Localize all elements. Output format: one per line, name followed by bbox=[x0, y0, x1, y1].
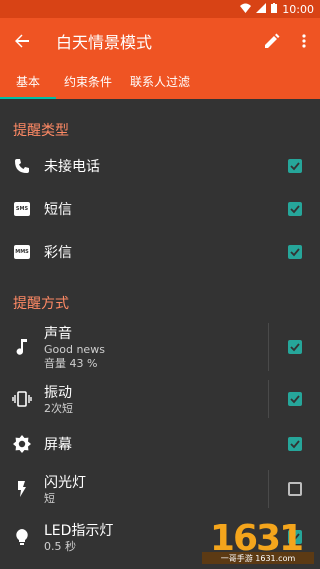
list-item-sound[interactable]: 声音 Good news 音量 43 % bbox=[0, 321, 320, 373]
checkbox-sms[interactable] bbox=[288, 202, 302, 216]
checkbox-flash[interactable] bbox=[288, 482, 302, 496]
bulb-icon bbox=[0, 529, 44, 545]
more-vert-icon bbox=[302, 34, 306, 48]
list-item-flash[interactable]: 闪光灯 短 bbox=[0, 468, 320, 510]
list-item-mms[interactable]: MMS 彩信 bbox=[0, 234, 320, 270]
tab-contact-filter[interactable]: 联系人过滤 bbox=[120, 64, 200, 99]
arrow-back-icon bbox=[15, 34, 29, 48]
vibrate-icon bbox=[0, 391, 44, 407]
wifi-icon bbox=[240, 3, 252, 16]
pencil-icon bbox=[265, 33, 280, 48]
divider bbox=[268, 323, 269, 371]
page-title: 白天情景模式 bbox=[56, 33, 153, 52]
signal-icon bbox=[256, 2, 267, 16]
section-header-alert-method: 提醒方式 bbox=[13, 296, 69, 312]
checkbox-mms[interactable] bbox=[288, 245, 302, 259]
section-header-alert-type: 提醒类型 bbox=[13, 123, 69, 139]
divider bbox=[268, 470, 269, 508]
list-item-missed-call[interactable]: 未接电话 bbox=[0, 148, 320, 184]
item-label: 闪光灯 bbox=[44, 475, 86, 491]
checkbox-sound[interactable] bbox=[288, 340, 302, 354]
edit-button[interactable] bbox=[256, 18, 288, 64]
item-label: 振动 bbox=[44, 385, 72, 401]
item-label: 屏幕 bbox=[44, 437, 72, 453]
status-time: 10:00 bbox=[282, 2, 314, 16]
item-subtitle-2: 音量 43 % bbox=[44, 357, 98, 370]
checkbox-screen[interactable] bbox=[288, 437, 302, 451]
checkbox-missed-call[interactable] bbox=[288, 159, 302, 173]
item-label: 声音 bbox=[44, 326, 72, 342]
tab-bar: 基本 约束条件 联系人过滤 bbox=[0, 64, 320, 99]
overflow-menu-button[interactable] bbox=[288, 18, 320, 64]
tab-basic[interactable]: 基本 bbox=[0, 64, 56, 99]
mms-icon: MMS bbox=[14, 245, 30, 259]
watermark-logo: 1631 一哥手游 1631.com bbox=[196, 510, 316, 566]
list-item-sms[interactable]: SMS 短信 bbox=[0, 191, 320, 227]
item-label: 彩信 bbox=[44, 245, 72, 261]
item-subtitle: 短 bbox=[44, 492, 55, 505]
item-label: 短信 bbox=[44, 202, 72, 218]
music-note-icon bbox=[0, 339, 44, 355]
checkbox-vibrate[interactable] bbox=[288, 392, 302, 406]
list-item-screen[interactable]: 屏幕 bbox=[0, 426, 320, 462]
back-button[interactable] bbox=[0, 18, 44, 64]
tab-constraints[interactable]: 约束条件 bbox=[56, 64, 120, 99]
item-label: 未接电话 bbox=[44, 159, 100, 175]
flash-icon bbox=[0, 481, 44, 497]
status-bar: 10:00 bbox=[0, 0, 320, 18]
list-item-vibrate[interactable]: 振动 2次短 bbox=[0, 378, 320, 420]
divider bbox=[268, 380, 269, 418]
item-subtitle: Good news bbox=[44, 343, 105, 356]
phone-icon bbox=[0, 158, 44, 174]
app-bar: 白天情景模式 bbox=[0, 18, 320, 64]
brightness-icon bbox=[0, 435, 44, 453]
item-subtitle: 2次短 bbox=[44, 402, 73, 415]
settings-list: 提醒类型 未接电话 SMS 短信 MMS 彩信 提醒方式 声音 Good new… bbox=[0, 99, 320, 569]
sms-icon: SMS bbox=[14, 202, 30, 216]
battery-icon bbox=[271, 2, 278, 16]
watermark-tag: 一哥手游 1631.com bbox=[202, 552, 314, 564]
